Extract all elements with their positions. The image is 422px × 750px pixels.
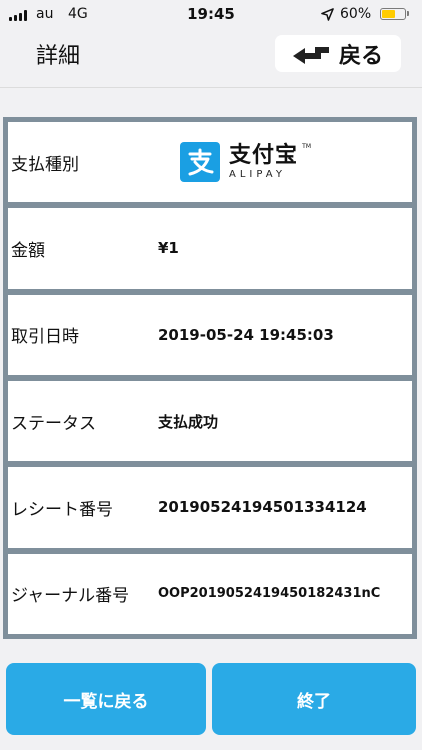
detail-row-status: ステータス 支払成功 (8, 380, 412, 462)
alipay-logo-icon (180, 142, 220, 183)
payment-type-label: 支払種別 (11, 154, 79, 175)
alipay-logo: 支付宝 ALIPAY TM (180, 142, 311, 183)
location-arrow-icon (321, 8, 334, 21)
finish-button[interactable]: 終了 (212, 663, 416, 735)
detail-table: 支払種別 支付宝 ALIPAY TM 金額 ¥1 取引日時 2019-05-24… (3, 117, 417, 639)
battery-icon (380, 8, 406, 20)
alipay-name-en: ALIPAY (229, 168, 286, 180)
page-title: 詳細 (36, 44, 81, 69)
status-bar: au 4G 19:45 60% (0, 0, 422, 30)
detail-row-journal-number: ジャーナル番号 OOP2019052419450182431nC (8, 553, 412, 634)
detail-row-payment-type: 支払種別 支付宝 ALIPAY TM (8, 122, 412, 203)
status-value: 支払成功 (158, 412, 219, 431)
back-to-list-button[interactable]: 一覧に戻る (6, 663, 206, 735)
status-label: ステータス (11, 413, 96, 434)
transaction-datetime-value: 2019-05-24 19:45:03 (158, 325, 334, 344)
nav-divider (0, 87, 422, 88)
detail-row-amount: 金額 ¥1 (8, 208, 412, 289)
alipay-name-cn: 支付宝 (229, 142, 299, 168)
detail-row-receipt-number: レシート番号 20190524194501334124 (8, 467, 412, 548)
trademark-mark: TM (302, 142, 312, 150)
navigation-bar: 詳細 戻る (0, 30, 422, 80)
transaction-datetime-label: 取引日時 (11, 327, 79, 348)
receipt-number-value: 20190524194501334124 (158, 498, 367, 517)
amount-label: 金額 (11, 240, 45, 261)
battery-tip (407, 11, 409, 16)
alipay-wordmark: 支付宝 ALIPAY TM (229, 142, 311, 180)
battery-percent: 60% (340, 6, 372, 22)
back-button[interactable]: 戻る (275, 35, 401, 72)
return-arrow-icon (292, 46, 329, 64)
battery-fill (382, 10, 396, 18)
journal-number-value: OOP2019052419450182431nC (158, 586, 381, 602)
detail-row-transaction-datetime: 取引日時 2019-05-24 19:45:03 (8, 294, 412, 375)
amount-value: ¥1 (158, 239, 179, 258)
receipt-number-label: レシート番号 (11, 499, 113, 520)
back-button-label: 戻る (338, 43, 383, 69)
journal-number-label: ジャーナル番号 (11, 586, 130, 607)
